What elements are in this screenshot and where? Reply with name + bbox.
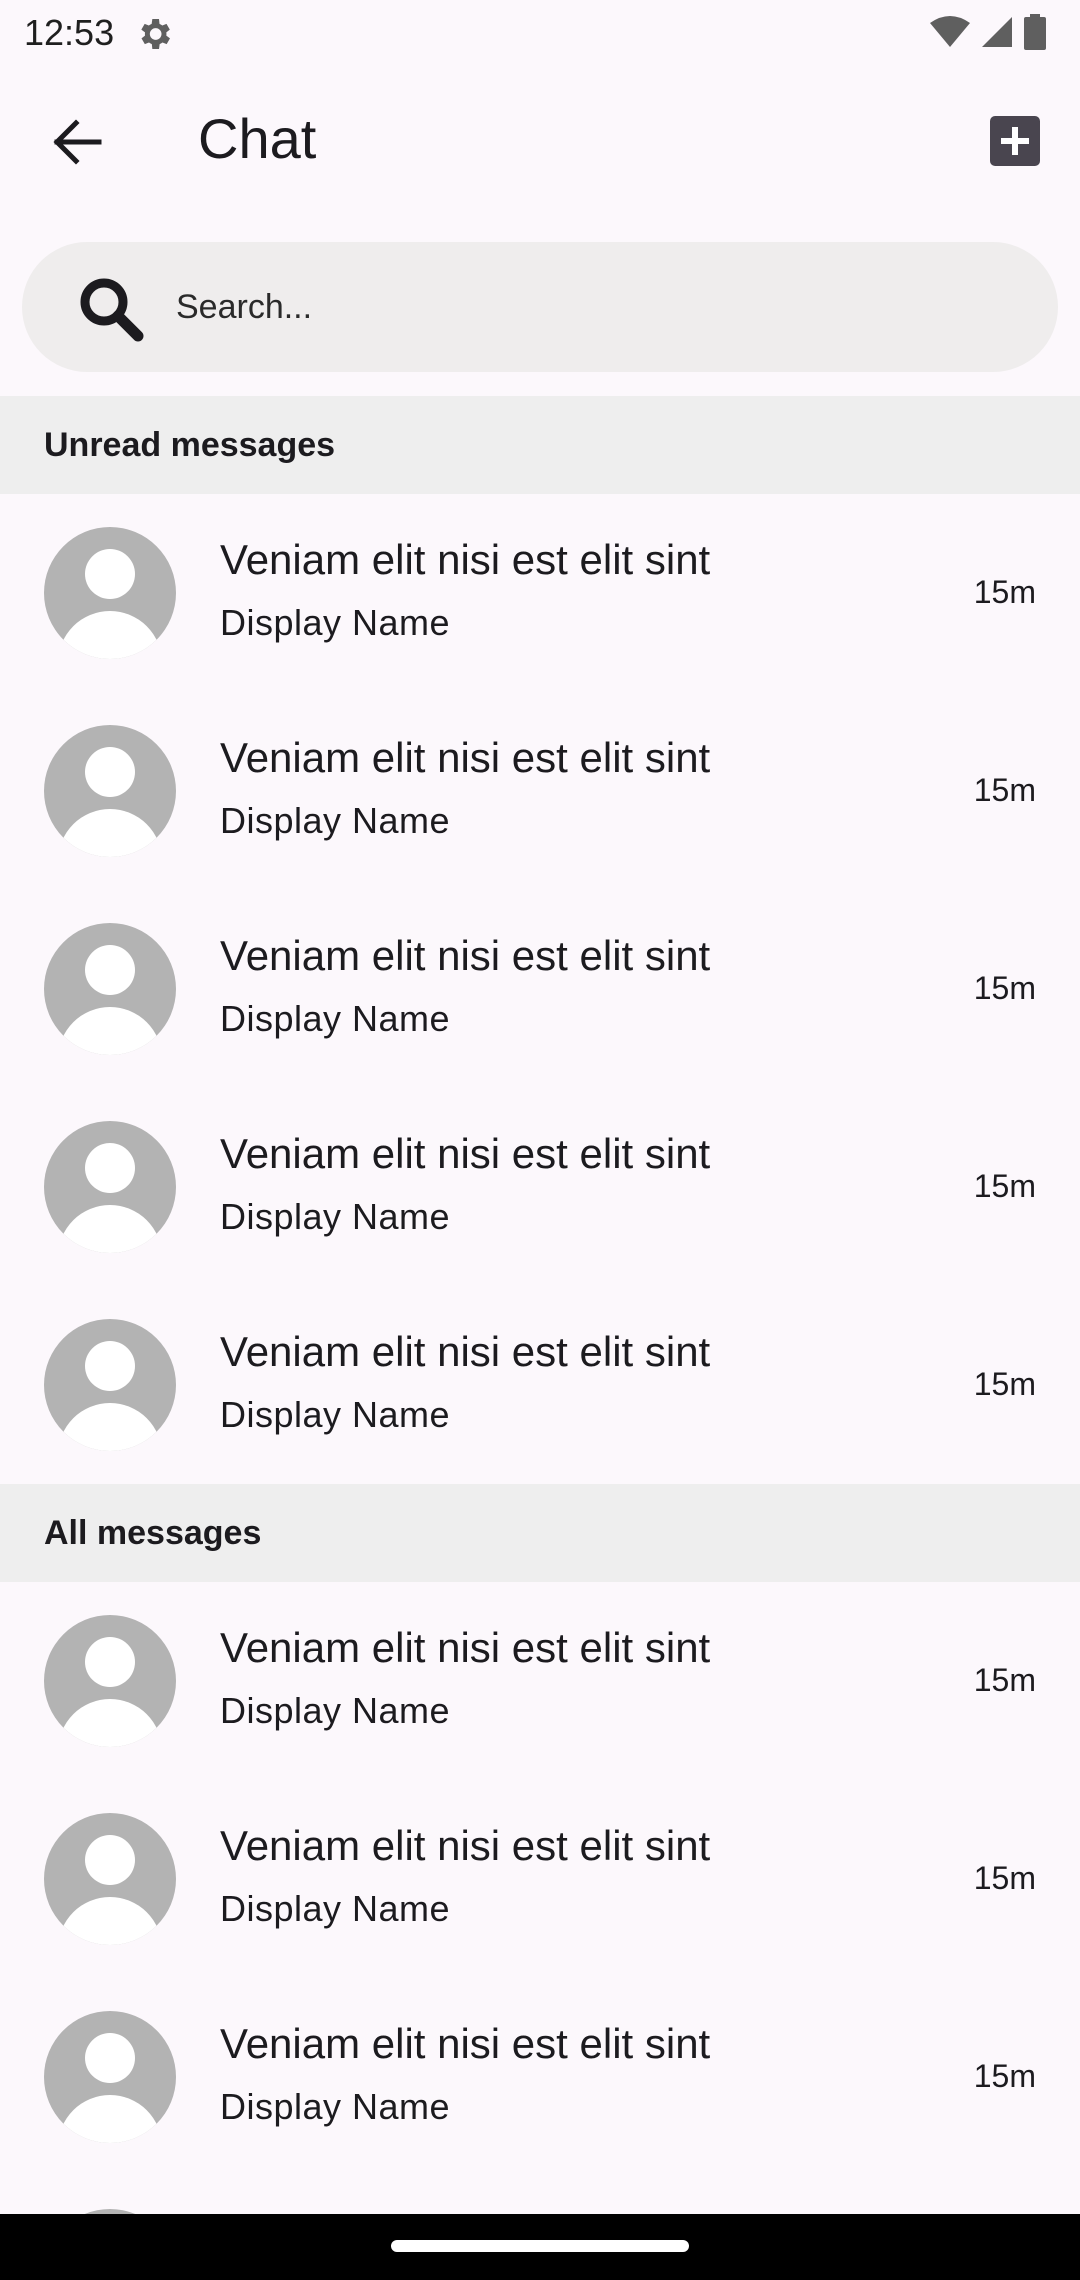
status-bar: 12:53 [0,0,1080,66]
system-navigation-bar [0,2214,1080,2280]
avatar [44,1813,176,1945]
arrow-back-icon [53,119,102,165]
app-bar: Chat [0,66,1080,218]
add-box-icon [990,116,1040,166]
chat-list-item[interactable]: Veniam elit nisi est elit sint Display N… [0,890,1080,1088]
chat-sender: Display Name [220,602,451,643]
chat-title: Veniam elit nisi est elit sint [220,1624,711,1671]
chat-title: Veniam elit nisi est elit sint [220,1130,711,1177]
chat-time: 15m [973,2058,1036,2094]
gear-icon [141,19,170,49]
section-header-all: All messages [0,1484,1080,1582]
chat-list-item[interactable]: Veniam elit nisi est elit sint Display N… [0,1582,1080,1780]
chat-sender: Display Name [220,1196,451,1237]
chat-title: Veniam elit nisi est elit sint [220,1328,711,1375]
chat-sender: Display Name [220,800,451,841]
chat-sender: Display Name [220,1394,451,1435]
chat-sender: Display Name [220,998,451,1039]
signal-icon [982,17,1012,47]
avatar [44,527,176,659]
search-bar[interactable] [22,242,1058,372]
chat-list-item[interactable]: Veniam elit nisi est elit sint Display N… [0,1978,1080,2176]
battery-icon [1024,14,1046,50]
all-messages-list: Veniam elit nisi est elit sint Display N… [0,1582,1080,2280]
chat-time: 15m [973,1168,1036,1204]
chat-time: 15m [973,970,1036,1006]
chat-list-item[interactable]: Veniam elit nisi est elit sint Display N… [0,1088,1080,1286]
chat-title: Veniam elit nisi est elit sint [220,1822,711,1869]
chat-title: Veniam elit nisi est elit sint [220,536,711,583]
status-time: 12:53 [24,12,115,53]
search-icon [80,278,144,342]
chat-screen: 12:53 Chat Search... Unread messages Ven… [0,0,1080,2280]
avatar [44,2011,176,2143]
chat-sender: Display Name [220,2086,451,2127]
chat-list-item[interactable]: Veniam elit nisi est elit sint Display N… [0,494,1080,692]
chat-time: 15m [973,1366,1036,1402]
wifi-icon [930,16,970,47]
chat-title: Veniam elit nisi est elit sint [220,734,711,781]
chat-list-item[interactable]: Veniam elit nisi est elit sint Display N… [0,1780,1080,1978]
chat-time: 15m [973,1860,1036,1896]
chat-time: 15m [973,772,1036,808]
home-gesture-handle[interactable] [391,2240,689,2252]
new-chat-button[interactable] [980,106,1050,176]
avatar [44,1615,176,1747]
chat-list-item[interactable]: Veniam elit nisi est elit sint Display N… [0,692,1080,890]
chat-list-item[interactable]: Veniam elit nisi est elit sint Display N… [0,1286,1080,1484]
avatar [44,923,176,1055]
chat-sender: Display Name [220,1888,451,1929]
status-icons [930,14,1046,50]
back-button[interactable] [36,110,118,174]
avatar [44,1319,176,1451]
avatar [44,725,176,857]
chat-title: Veniam elit nisi est elit sint [220,932,711,979]
search-input[interactable] [176,276,1016,338]
page-title: Chat [198,107,317,170]
chat-sender: Display Name [220,1690,451,1731]
section-header-unread: Unread messages [0,396,1080,494]
avatar [44,1121,176,1253]
chat-time: 15m [973,574,1036,610]
chat-time: 15m [973,1662,1036,1698]
unread-messages-list: Veniam elit nisi est elit sint Display N… [0,494,1080,1484]
chat-title: Veniam elit nisi est elit sint [220,2020,711,2067]
